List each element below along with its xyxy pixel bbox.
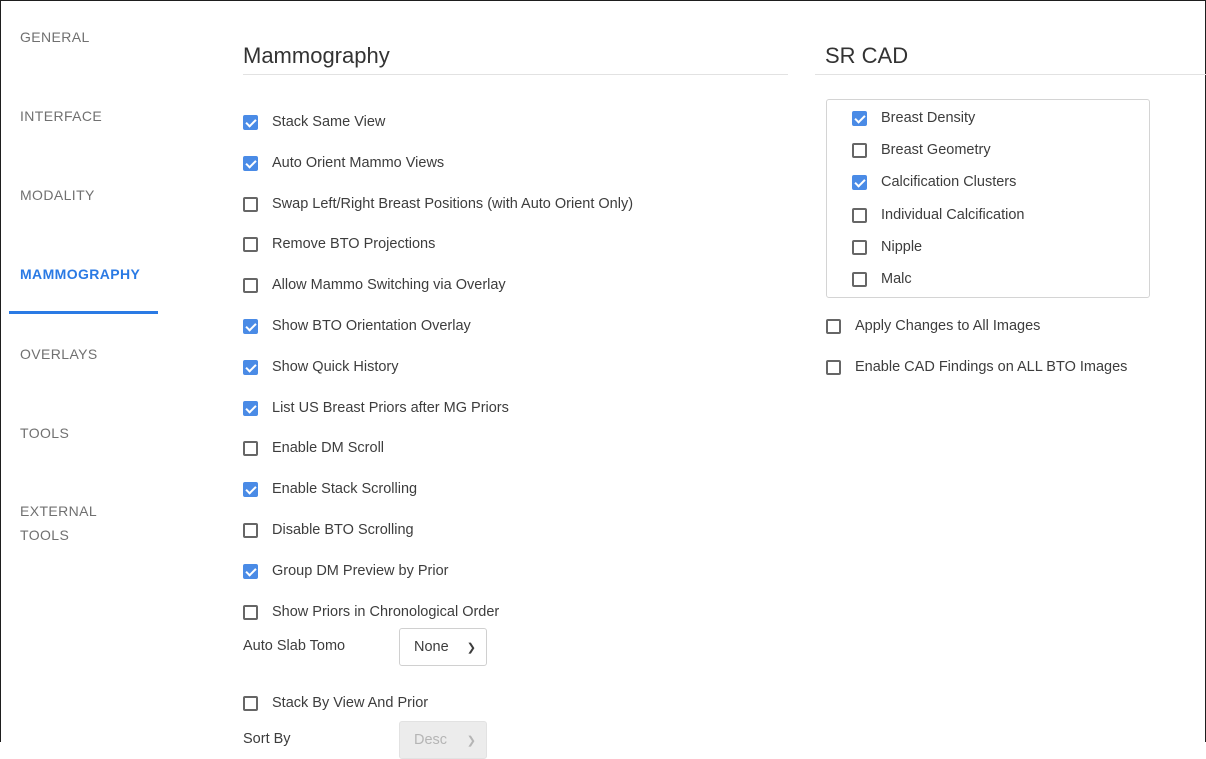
option-checkbox[interactable]: [243, 114, 258, 130]
nav-general[interactable]: GENERAL: [20, 25, 90, 49]
mammography-option[interactable]: Allow Mammo Switching via Overlay: [243, 277, 506, 293]
enable-cad-bto-checkbox[interactable]: [826, 359, 841, 375]
enable-cad-bto-option[interactable]: Enable CAD Findings on ALL BTO Images: [826, 359, 1127, 375]
cad-findings-box: [826, 99, 1150, 298]
mammography-option[interactable]: Remove BTO Projections: [243, 236, 435, 252]
chevron-down-icon: ❯: [466, 734, 476, 747]
cad-option-label: Individual Calcification: [881, 207, 1025, 223]
mammography-option[interactable]: Enable DM Scroll: [243, 440, 384, 456]
mammography-option[interactable]: Disable BTO Scrolling: [243, 522, 414, 538]
apply-changes-all-label: Apply Changes to All Images: [855, 318, 1041, 334]
sr-cad-title: SR CAD: [825, 43, 909, 68]
mammography-option[interactable]: Auto Orient Mammo Views: [243, 155, 444, 171]
nav-mammography[interactable]: MAMMOGRAPHY: [20, 262, 140, 286]
option-checkbox[interactable]: [243, 440, 258, 456]
apply-changes-all-option[interactable]: Apply Changes to All Images: [826, 318, 1040, 334]
mammography-title: Mammography: [243, 43, 390, 68]
settings-sidebar: GENERAL INTERFACE MODALITY MAMMOGRAPHY O…: [0, 0, 170, 743]
option-label: Enable Stack Scrolling: [272, 481, 418, 497]
cad-option[interactable]: Nipple: [852, 239, 922, 255]
sort-by-label: Sort By: [243, 731, 291, 747]
nav-active-indicator: [9, 311, 158, 314]
cad-option[interactable]: Breast Density: [852, 110, 975, 126]
option-label: Stack Same View: [272, 114, 386, 130]
nav-external-tools-line2: TOOLS: [20, 527, 70, 543]
nav-external-tools-line1: EXTERNAL: [20, 503, 98, 519]
option-label: List US Breast Priors after MG Priors: [272, 400, 509, 416]
option-checkbox[interactable]: [243, 604, 258, 620]
stack-by-view-checkbox[interactable]: [243, 695, 258, 711]
mammography-option[interactable]: Show Priors in Chronological Order: [243, 604, 499, 620]
option-label: Show Priors in Chronological Order: [272, 604, 500, 620]
option-label: Auto Orient Mammo Views: [272, 155, 445, 171]
nav-tools[interactable]: TOOLS: [20, 421, 69, 445]
option-label: Disable BTO Scrolling: [272, 522, 414, 538]
cad-option-label: Calcification Clusters: [881, 174, 1017, 190]
option-label: Show BTO Orientation Overlay: [272, 318, 471, 334]
cad-option[interactable]: Calcification Clusters: [852, 174, 1016, 190]
mammography-option[interactable]: Show BTO Orientation Overlay: [243, 318, 471, 334]
mammography-option[interactable]: Swap Left/Right Breast Positions (with A…: [243, 196, 633, 212]
cad-option[interactable]: Breast Geometry: [852, 142, 991, 158]
nav-modality[interactable]: MODALITY: [20, 183, 95, 207]
option-label: Enable DM Scroll: [272, 440, 385, 456]
sr-cad-title-rule: [815, 74, 1206, 75]
cad-option-checkbox[interactable]: [852, 239, 867, 255]
cad-option-checkbox[interactable]: [852, 142, 867, 158]
nav-overlays[interactable]: OVERLAYS: [20, 342, 98, 366]
nav-external-tools[interactable]: EXTERNAL TOOLS: [20, 499, 97, 547]
sort-by-value: Desc: [414, 732, 448, 748]
mammography-title-rule: [243, 74, 788, 75]
cad-option[interactable]: Individual Calcification: [852, 207, 1024, 223]
chevron-down-icon: ❯: [466, 641, 476, 654]
option-checkbox[interactable]: [243, 318, 258, 334]
option-checkbox[interactable]: [243, 359, 258, 375]
option-label: Group DM Preview by Prior: [272, 563, 449, 579]
option-checkbox[interactable]: [243, 563, 258, 579]
cad-option-checkbox[interactable]: [852, 207, 867, 223]
cad-option-label: Breast Geometry: [881, 142, 991, 158]
stack-by-view-label: Stack By View And Prior: [272, 695, 429, 711]
mammography-option[interactable]: Group DM Preview by Prior: [243, 563, 448, 579]
enable-cad-bto-label: Enable CAD Findings on ALL BTO Images: [855, 359, 1128, 375]
stack-by-view-and-prior-option[interactable]: Stack By View And Prior: [243, 695, 428, 711]
nav-interface[interactable]: INTERFACE: [20, 104, 102, 128]
option-checkbox[interactable]: [243, 196, 258, 212]
sort-by-select[interactable]: Desc ❯: [399, 721, 487, 759]
option-checkbox[interactable]: [243, 236, 258, 252]
mammography-option[interactable]: List US Breast Priors after MG Priors: [243, 400, 509, 416]
cad-option-checkbox[interactable]: [852, 110, 867, 126]
cad-option-label: Nipple: [881, 239, 923, 255]
option-label: Swap Left/Right Breast Positions (with A…: [272, 196, 634, 212]
apply-changes-all-checkbox[interactable]: [826, 318, 841, 334]
cad-option-checkbox[interactable]: [852, 174, 867, 190]
option-checkbox[interactable]: [243, 277, 258, 293]
cad-option-label: Malc: [881, 271, 912, 287]
cad-option[interactable]: Malc: [852, 271, 912, 287]
auto-slab-tomo-select[interactable]: None ❯: [399, 628, 487, 666]
option-label: Show Quick History: [272, 359, 399, 375]
option-checkbox[interactable]: [243, 155, 258, 171]
auto-slab-tomo-label: Auto Slab Tomo: [243, 638, 346, 654]
option-checkbox[interactable]: [243, 522, 258, 538]
cad-option-label: Breast Density: [881, 110, 976, 126]
option-label: Remove BTO Projections: [272, 236, 436, 252]
option-checkbox[interactable]: [243, 481, 258, 497]
mammography-option[interactable]: Stack Same View: [243, 114, 385, 130]
cad-option-checkbox[interactable]: [852, 271, 867, 287]
mammography-option[interactable]: Show Quick History: [243, 359, 399, 375]
mammography-option[interactable]: Enable Stack Scrolling: [243, 481, 417, 497]
option-checkbox[interactable]: [243, 400, 258, 416]
auto-slab-tomo-value: None: [414, 639, 449, 655]
option-label: Allow Mammo Switching via Overlay: [272, 277, 506, 293]
